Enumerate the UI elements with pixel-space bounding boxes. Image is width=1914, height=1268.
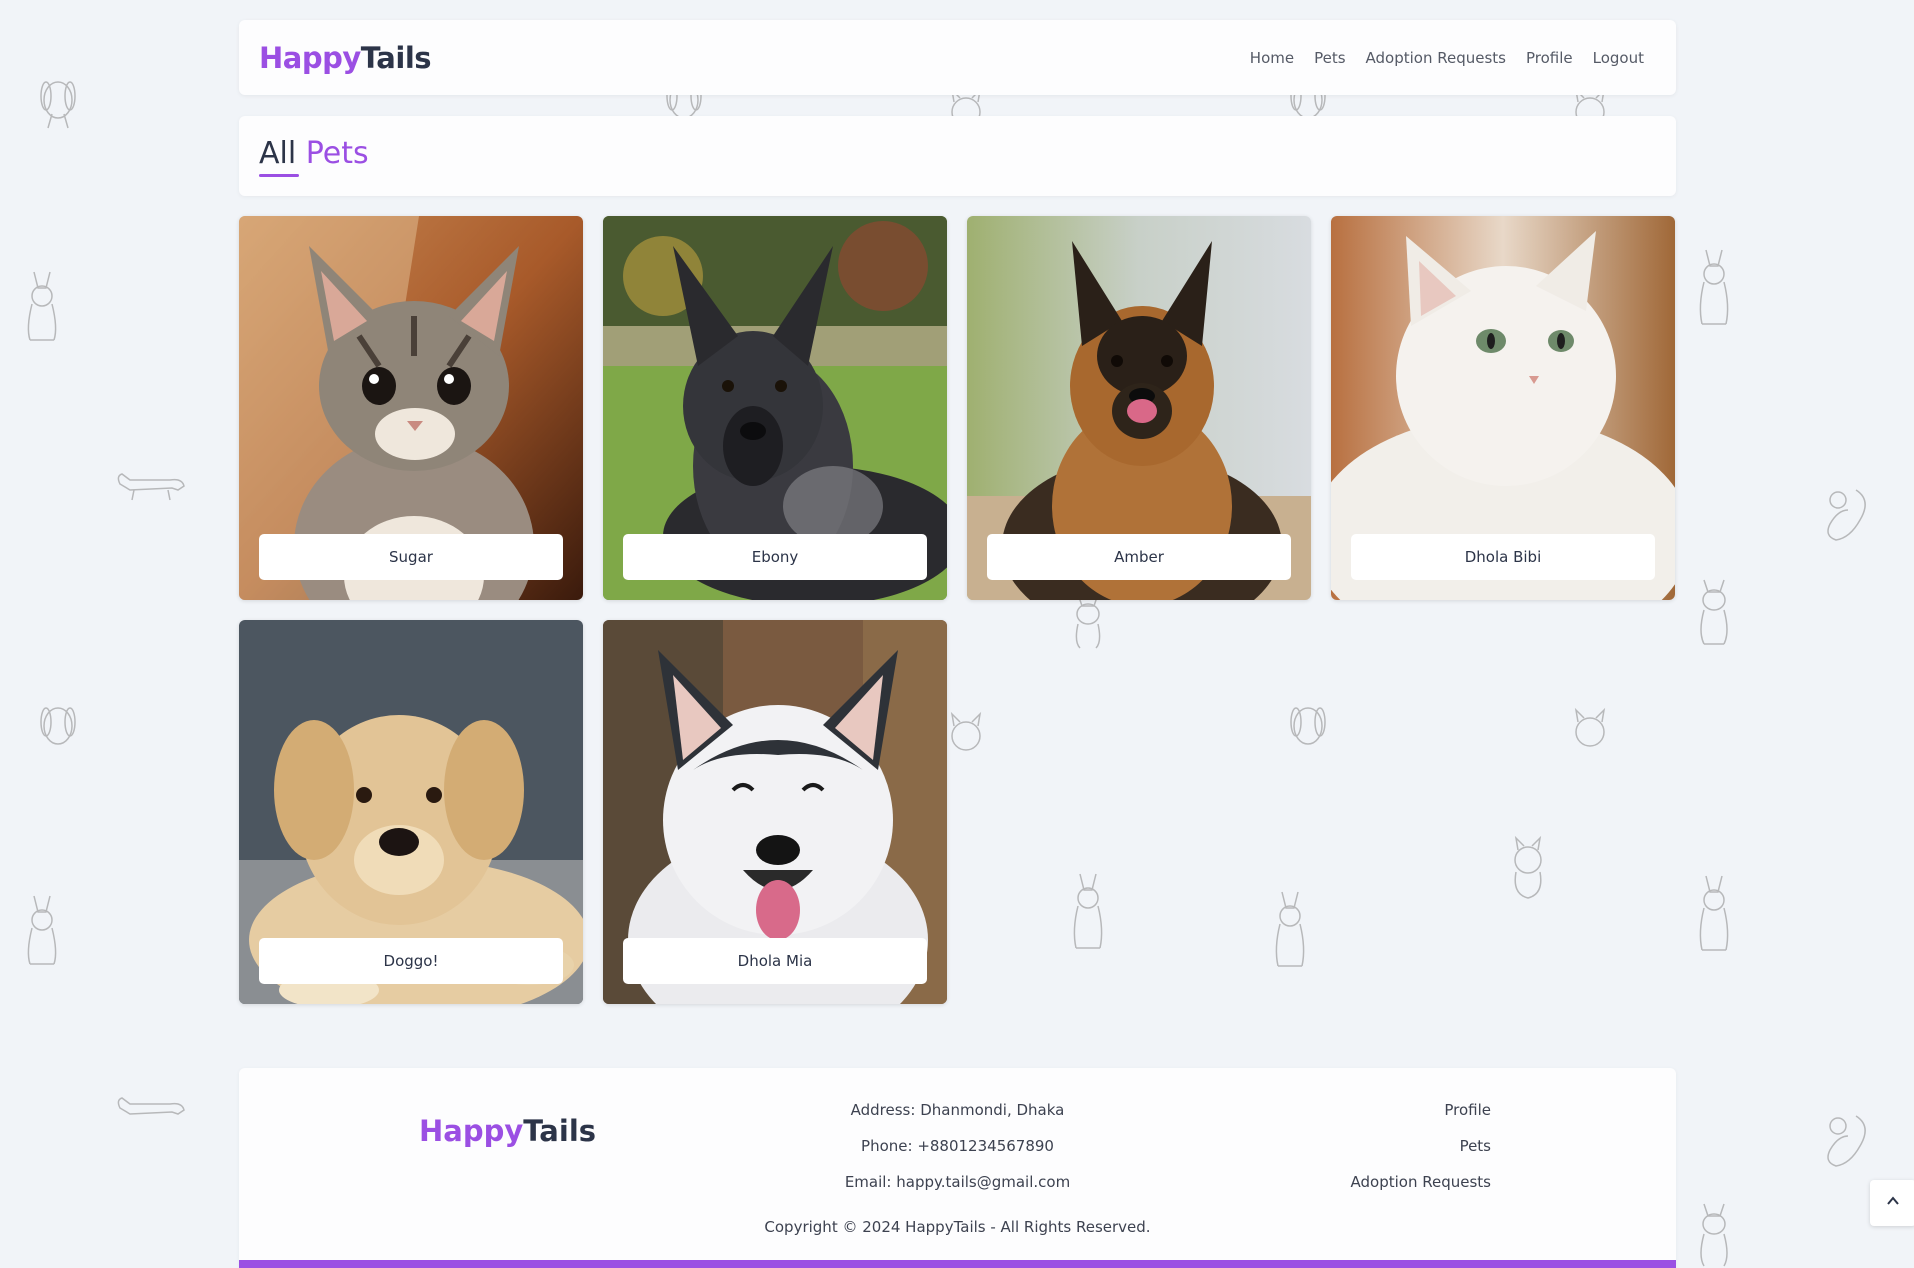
nav-link-adoption-requests[interactable]: Adoption Requests xyxy=(1366,49,1506,67)
nav-link-profile[interactable]: Profile xyxy=(1526,49,1573,67)
dachshund-doodle-icon xyxy=(112,466,188,506)
footer-copyright: Copyright © 2024 HappyTails - All Rights… xyxy=(764,1218,1151,1236)
footer-link-profile[interactable]: Profile xyxy=(1351,1092,1491,1128)
squirrel-doodle-icon xyxy=(1816,1106,1872,1176)
pet-card[interactable]: Sugar xyxy=(239,216,583,600)
cat-doodle-icon xyxy=(1692,572,1736,648)
nav-links: Home Pets Adoption Requests Profile Logo… xyxy=(1250,49,1644,67)
page-title: All Pets xyxy=(259,136,369,177)
dachshund-doodle-icon xyxy=(112,1090,188,1130)
cat-doodle-icon xyxy=(1692,1196,1736,1268)
pets-grid: Sugar Ebony Amber Dhola Bibi Doggo! Dhol… xyxy=(239,216,1676,1004)
pet-name-button[interactable]: Sugar xyxy=(259,534,563,580)
pet-name-button[interactable]: Dhola Mia xyxy=(623,938,927,984)
chevron-up-icon xyxy=(1885,1193,1901,1213)
brand-part-tails: Tails xyxy=(360,40,432,75)
navbar: HappyTails Home Pets Adoption Requests P… xyxy=(239,20,1676,95)
page-title-part2: Pets xyxy=(305,136,369,171)
footer-link-pets[interactable]: Pets xyxy=(1351,1128,1491,1164)
nav-link-logout[interactable]: Logout xyxy=(1593,49,1644,67)
fox-doodle-icon xyxy=(1692,246,1736,330)
nav-link-pets[interactable]: Pets xyxy=(1314,49,1345,67)
squirrel-doodle-icon xyxy=(1816,480,1872,550)
dog-doodle-icon xyxy=(38,70,78,132)
pet-card[interactable]: Dhola Bibi xyxy=(1331,216,1675,600)
fox-doodle-icon xyxy=(20,892,64,968)
page-title-part1: All xyxy=(259,136,297,171)
footer: HappyTails Address: Dhanmondi, Dhaka Pho… xyxy=(239,1068,1676,1268)
pet-name-button[interactable]: Dhola Bibi xyxy=(1351,534,1655,580)
fox-doodle-icon xyxy=(1692,872,1736,956)
scroll-to-top-button[interactable] xyxy=(1870,1180,1914,1226)
footer-links: Profile Pets Adoption Requests xyxy=(1351,1092,1491,1200)
brand-part-happy: Happy xyxy=(259,40,361,75)
pet-name-button[interactable]: Ebony xyxy=(623,534,927,580)
brand-logo[interactable]: HappyTails xyxy=(259,40,432,75)
nav-link-home[interactable]: Home xyxy=(1250,49,1294,67)
pet-name-button[interactable]: Amber xyxy=(987,534,1291,580)
pet-card[interactable]: Dhola Mia xyxy=(603,620,947,1004)
title-underline xyxy=(259,174,299,177)
dog-doodle-icon xyxy=(38,696,78,758)
pet-card[interactable]: Amber xyxy=(967,216,1311,600)
title-panel: All Pets xyxy=(239,116,1676,196)
fox-doodle-icon xyxy=(20,268,64,344)
pet-name-button[interactable]: Doggo! xyxy=(259,938,563,984)
footer-link-adoption-requests[interactable]: Adoption Requests xyxy=(1351,1164,1491,1200)
pet-card[interactable]: Doggo! xyxy=(239,620,583,1004)
pet-card[interactable]: Ebony xyxy=(603,216,947,600)
footer-accent-bar xyxy=(239,1260,1676,1268)
